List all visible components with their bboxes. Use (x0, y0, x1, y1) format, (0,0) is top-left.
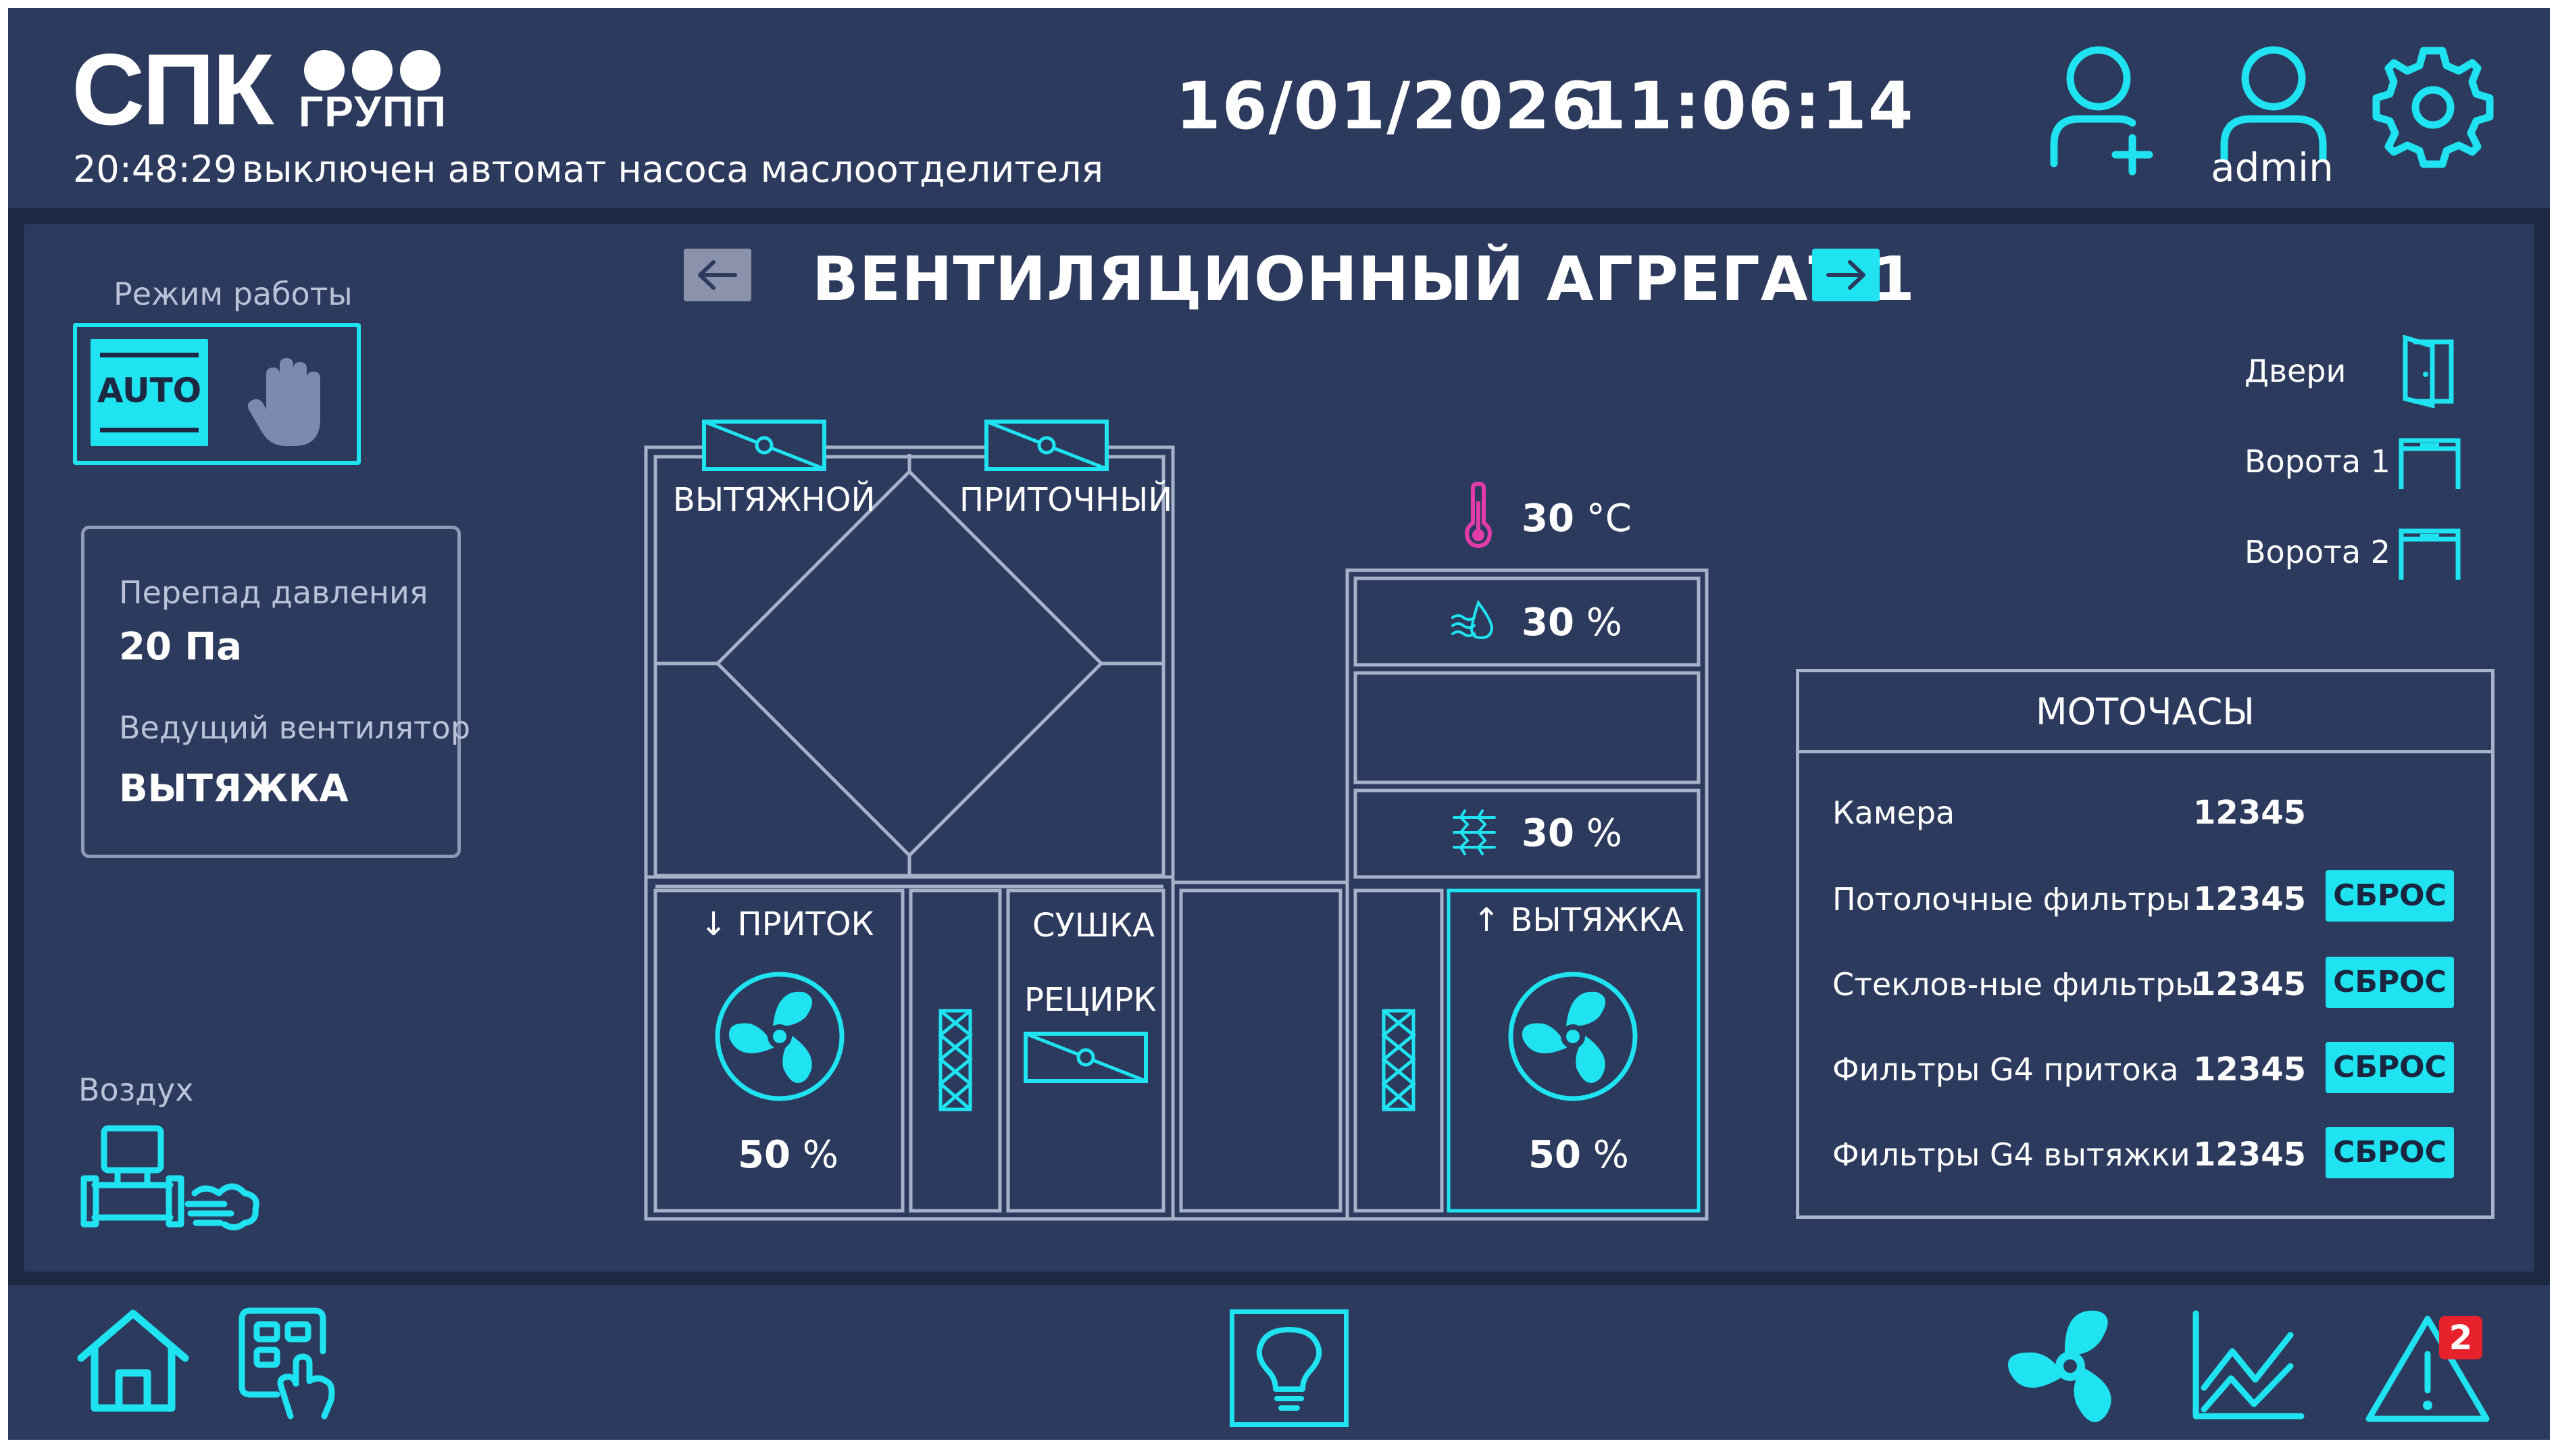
door-label: Двери (2244, 353, 2347, 389)
gate-1-label: Ворота 1 (2244, 443, 2390, 480)
damper-exhaust-label: ВЫТЯЖНОЙ (673, 481, 876, 519)
gate-2-label: Ворота 2 (2244, 534, 2390, 570)
damper-supply-label: ПРИТОЧНЫЙ (959, 481, 1173, 519)
reset-g4-supply-button[interactable]: СБРОС (2326, 1042, 2454, 1093)
exhaust-fan-icon[interactable] (1507, 970, 1639, 1103)
reset-ceiling-filters-button[interactable]: СБРОС (2326, 870, 2454, 922)
heater-unit: % (1586, 811, 1622, 855)
screen: СПК ГРУПП 20:48:29 выключен автомат насо… (8, 8, 2550, 1440)
supply-fan-label: ↓ ПРИТОК (700, 905, 874, 943)
temperature-unit: °C (1586, 497, 1632, 541)
fans-icon[interactable] (2008, 1305, 2131, 1427)
motohours-row-value: 12345 (2193, 965, 2306, 1003)
humidity-readout: 30 % (1522, 601, 1622, 645)
supply-filter-icon (938, 1009, 973, 1111)
humidity-icon (1451, 599, 1494, 640)
door-icon[interactable] (2400, 334, 2457, 409)
supply-fan-unit: % (802, 1133, 838, 1177)
exhaust-fan-value: 50 (1528, 1133, 1581, 1177)
motohours-row-label: Потолочные фильтры (1832, 881, 2190, 918)
heater-readout: 30 % (1522, 812, 1622, 855)
alarm-count-badge: 2 (2439, 1316, 2482, 1359)
motohours-row-value: 12345 (2193, 880, 2306, 918)
alarm-count: 2 (2449, 1318, 2473, 1357)
thermometer-icon (1465, 481, 1492, 549)
humidity-value: 30 (1522, 601, 1574, 645)
damper-supply-icon[interactable] (984, 419, 1109, 473)
home-icon[interactable] (76, 1308, 191, 1413)
exhaust-filter-icon (1381, 1009, 1416, 1111)
exhaust-fan-unit: % (1593, 1133, 1629, 1177)
control-panel-icon[interactable] (236, 1305, 338, 1420)
temperature-value: 30 (1522, 497, 1574, 541)
reset-g4-exhaust-button[interactable]: СБРОС (2326, 1127, 2454, 1178)
motohours-row-label: Стеклов-ные фильтры (1832, 966, 2200, 1003)
motohours-row-label: Фильтры G4 вытяжки (1832, 1136, 2190, 1173)
exhaust-fan-label: ↑ ВЫТЯЖКА (1473, 901, 1684, 939)
motohours-row-value: 12345 (2193, 1136, 2306, 1174)
damper-recirc-icon[interactable] (1023, 1031, 1149, 1085)
dry-label: СУШКА (1032, 907, 1155, 945)
reset-glass-filters-button[interactable]: СБРОС (2326, 957, 2454, 1008)
light-bulb-icon (1256, 1327, 1322, 1411)
motohours-divider (1799, 750, 2491, 753)
heater-coil-icon (1453, 809, 1496, 855)
motohours-row-value: 12345 (2193, 1051, 2306, 1088)
gate-1-icon[interactable] (2397, 436, 2462, 491)
supply-fan-value: 50 (738, 1133, 791, 1177)
motohours-title: МОТОЧАСЫ (2036, 691, 2255, 733)
heater-value: 30 (1522, 811, 1574, 855)
temperature-readout: 30 °C (1522, 497, 1632, 541)
chart-trend-icon[interactable] (2189, 1308, 2305, 1423)
recirc-label: РЕЦИРК (1024, 981, 1157, 1019)
damper-exhaust-icon[interactable] (701, 419, 827, 473)
supply-fan-icon[interactable] (713, 970, 846, 1103)
humidity-unit: % (1586, 601, 1622, 645)
motohours-row-value: 12345 (2193, 794, 2306, 832)
motohours-row-label: Фильтры G4 притока (1832, 1051, 2179, 1088)
exhaust-fan-readout: 50 % (1528, 1134, 1629, 1177)
motohours-row-label: Камера (1832, 795, 1955, 831)
supply-fan-readout: 50 % (738, 1134, 838, 1177)
gate-2-icon[interactable] (2397, 527, 2462, 581)
